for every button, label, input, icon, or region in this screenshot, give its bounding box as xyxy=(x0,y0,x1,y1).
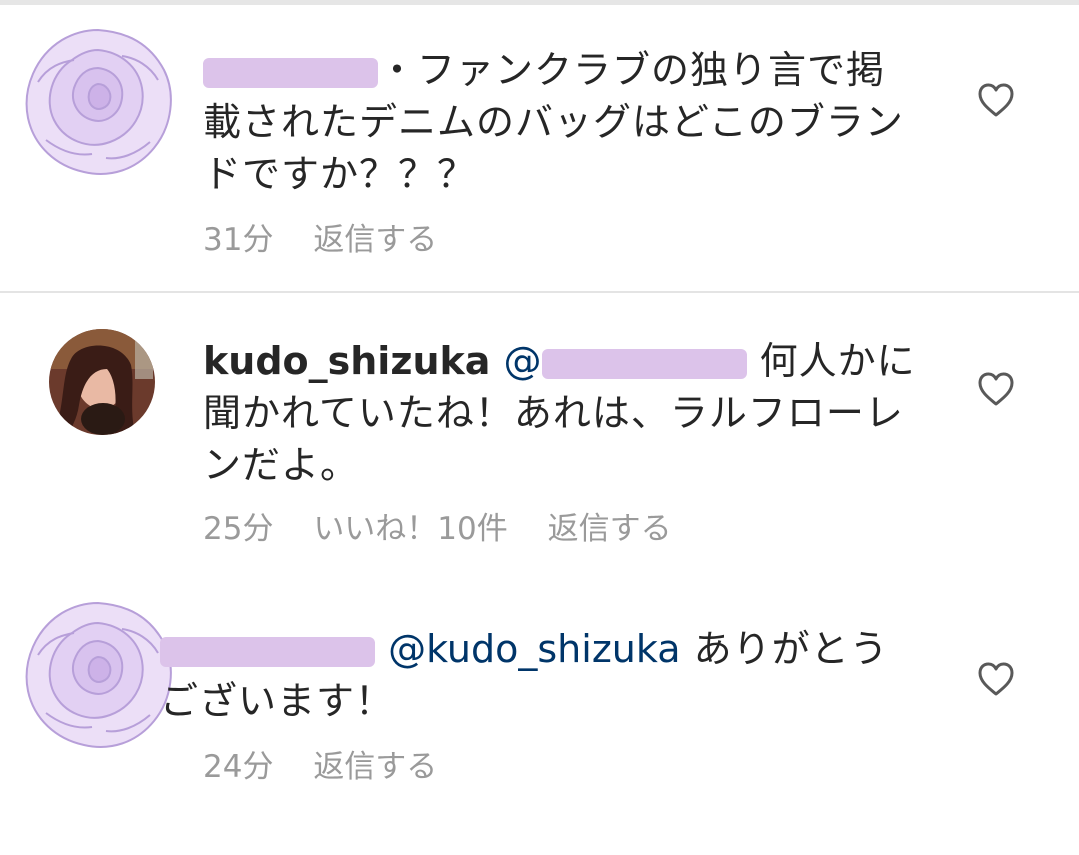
rose-avatar-icon xyxy=(18,595,178,755)
redacted-username xyxy=(541,348,747,379)
comment-meta: 24分 返信する xyxy=(203,741,467,786)
likes-count[interactable]: いいね！10件 xyxy=(313,511,507,547)
rose-avatar-icon xyxy=(18,22,178,182)
reply-button[interactable]: 返信する xyxy=(313,749,437,785)
profile-photo-icon xyxy=(49,329,155,435)
redacted-username xyxy=(203,57,378,88)
reply-button[interactable]: 返信する xyxy=(548,511,672,547)
comment-username[interactable]: kudo_shizuka xyxy=(203,339,490,383)
avatar[interactable] xyxy=(18,22,178,182)
mention-link[interactable]: @kudo_shizuka xyxy=(388,627,680,671)
mention-prefix[interactable]: @ xyxy=(504,339,542,383)
comment-item: ・ファンクラブの独り言で掲載されたデニムのバッグはどこのブランドですか？？？ 3… xyxy=(0,0,1079,291)
comment-body: kudo_shizuka @ 何人かに聞かれていたね！あれは、ラルフローレンだよ… xyxy=(203,335,923,491)
heart-outline-icon[interactable] xyxy=(976,82,1016,118)
comment-meta: 25分 いいね！10件 返信する xyxy=(203,503,702,548)
heart-outline-icon[interactable] xyxy=(976,371,1016,407)
comment-body: @kudo_shizuka ありがとうございます！ xyxy=(160,623,920,727)
comment-time: 24分 xyxy=(203,749,274,785)
comment-item: @kudo_shizuka ありがとうございます！ 24分 返信する xyxy=(0,583,1079,855)
redacted-username xyxy=(160,636,375,667)
reply-button[interactable]: 返信する xyxy=(313,222,437,258)
comment-body: ・ファンクラブの独り言で掲載されたデニムのバッグはどこのブランドですか？？？ xyxy=(203,44,923,200)
comment-time: 25分 xyxy=(203,511,274,547)
avatar[interactable] xyxy=(18,595,178,755)
comment-item: kudo_shizuka @ 何人かに聞かれていたね！あれは、ラルフローレンだよ… xyxy=(0,293,1079,583)
avatar[interactable] xyxy=(49,329,155,435)
comment-meta: 31分 返信する xyxy=(203,214,467,259)
heart-outline-icon[interactable] xyxy=(976,661,1016,697)
comment-time: 31分 xyxy=(203,222,274,258)
